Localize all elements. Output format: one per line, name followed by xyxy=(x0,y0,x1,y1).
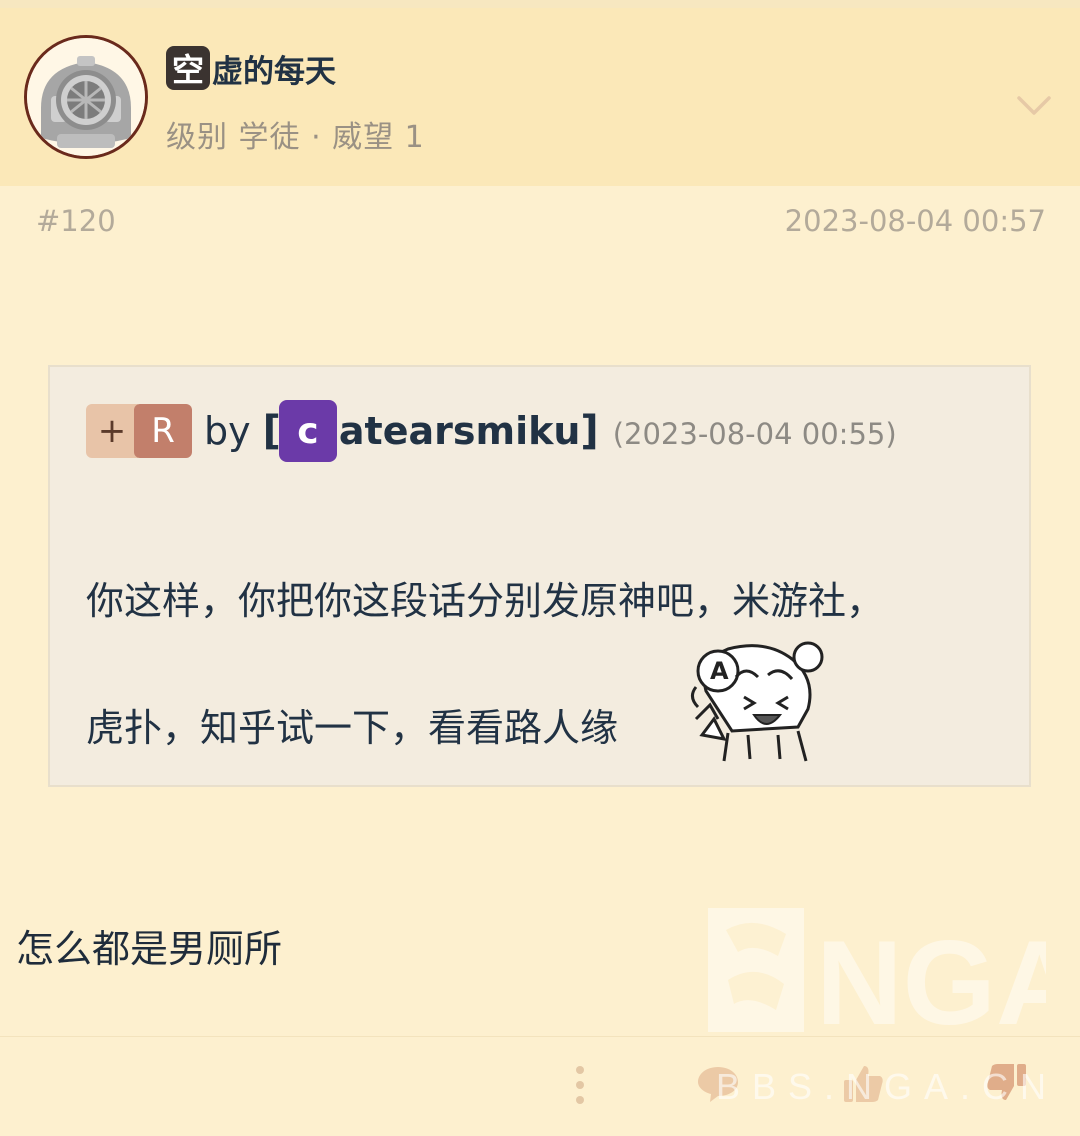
nga-watermark-logo: NGA xyxy=(708,908,1046,1040)
post-timestamp: 2023-08-04 00:57 xyxy=(784,204,1046,238)
author-name[interactable]: 空 虚的每天 xyxy=(166,46,336,90)
chevron-down-icon[interactable] xyxy=(1016,88,1052,124)
floor-number: #120 xyxy=(36,204,116,238)
author-level-reputation: 级别 学徒 · 威望 1 xyxy=(166,120,425,155)
quote-user-initial-badge[interactable]: c xyxy=(278,400,337,462)
top-strip xyxy=(0,0,1080,8)
quote-by-label: by xyxy=(204,409,251,453)
diving-helmet-avatar-icon xyxy=(27,38,145,156)
anime-laugh-sticker-icon: A xyxy=(691,641,824,762)
post-content: 怎么都是男厕所 xyxy=(16,927,283,971)
author-name-initial-badge: 空 xyxy=(166,46,210,90)
watermark-url-text: BBS.NGA.CN xyxy=(716,1066,1059,1107)
footer-divider xyxy=(0,1036,1080,1037)
quote-block: + R by [ c atearsmiku ] (2023-08-04 00:5… xyxy=(48,365,1031,787)
quote-reply-badge[interactable]: R xyxy=(134,404,192,458)
quote-username[interactable]: atearsmiku xyxy=(339,409,581,453)
more-vertical-icon[interactable] xyxy=(570,1064,590,1106)
quote-text-line-1: 你这样，你把你这段话分别发原神吧，米游社， xyxy=(86,579,885,623)
quote-text-line-2: 虎扑，知乎试一下，看看路人缘 xyxy=(86,706,619,750)
svg-text:A: A xyxy=(710,657,729,685)
author-name-text: 虚的每天 xyxy=(212,53,336,90)
quote-bracket-close: ] xyxy=(580,408,599,454)
watermark-logo-text: NGA xyxy=(816,916,1046,1040)
quote-expand-badge[interactable]: + xyxy=(86,404,138,458)
avatar[interactable] xyxy=(24,35,148,159)
post-author-header: 空 虚的每天 级别 学徒 · 威望 1 xyxy=(0,8,1080,186)
quote-header: + R by [ c atearsmiku ] (2023-08-04 00:5… xyxy=(86,400,897,462)
quote-timestamp: (2023-08-04 00:55) xyxy=(612,417,897,451)
